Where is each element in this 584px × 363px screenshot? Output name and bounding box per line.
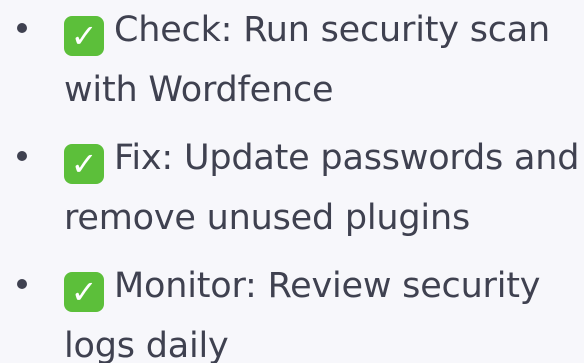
bullet-icon xyxy=(17,23,27,33)
bullet-icon xyxy=(17,279,27,289)
bullet-icon xyxy=(17,151,27,161)
checklist: ✓ Check: Run security scan with Wordfence… xyxy=(0,0,584,363)
item-label: Check: xyxy=(114,10,233,50)
list-item-text: ✓ Check: Run security scan with Wordfence xyxy=(64,0,580,120)
list-item-check: ✓ Check: Run security scan with Wordfence xyxy=(0,0,584,120)
list-item-text: ✓ Fix: Update passwords and remove unused… xyxy=(64,128,580,248)
white-check-mark-icon: ✓ xyxy=(64,272,104,312)
white-check-mark-icon: ✓ xyxy=(64,16,104,56)
list-item-text: ✓ Monitor: Review security logs daily xyxy=(64,256,580,363)
white-check-mark-icon: ✓ xyxy=(64,144,104,184)
list-item-monitor: ✓ Monitor: Review security logs daily xyxy=(0,256,584,363)
item-label: Fix: xyxy=(114,138,174,178)
list-item-fix: ✓ Fix: Update passwords and remove unused… xyxy=(0,128,584,248)
item-label: Monitor: xyxy=(114,266,257,306)
